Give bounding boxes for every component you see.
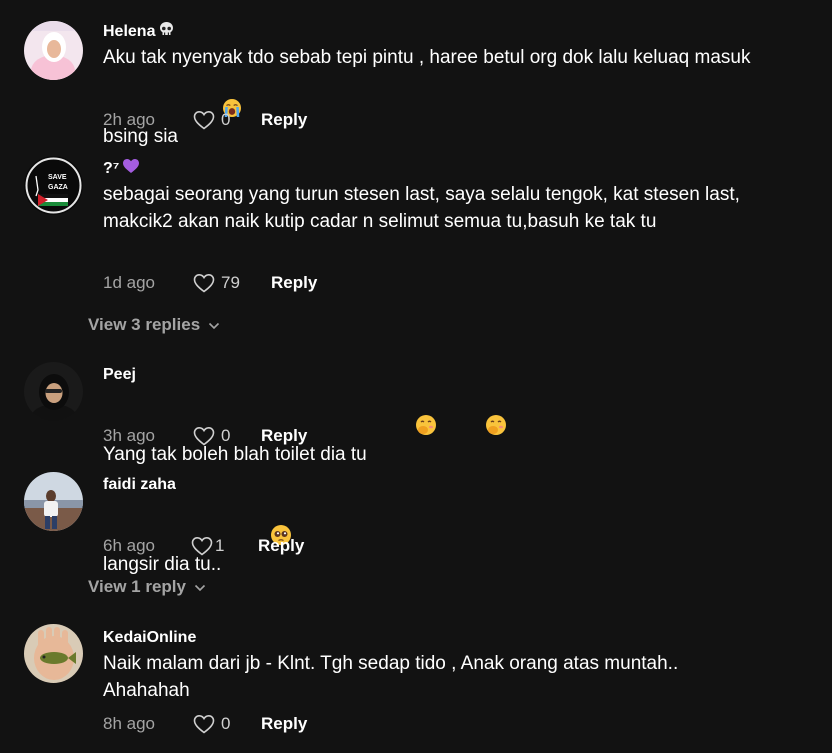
like-count: 0	[221, 714, 231, 733]
comment-time: 3h ago	[103, 426, 155, 445]
username[interactable]: faidi zaha	[103, 475, 762, 495]
like-count: 1	[215, 536, 225, 555]
face-with-hand-over-mouth-emoji-icon	[373, 387, 437, 471]
heart-icon	[193, 714, 215, 734]
avatar[interactable]: SAVE GAZA	[24, 156, 83, 215]
username[interactable]: Peej	[103, 365, 762, 385]
skull-emoji-icon	[158, 21, 175, 44]
avatar[interactable]	[24, 472, 83, 531]
avatar-text: GAZA	[48, 184, 68, 191]
like-count: 79	[221, 273, 240, 292]
like-button[interactable]: 79	[193, 273, 263, 293]
username[interactable]: KedaiOnline	[103, 628, 762, 648]
heart-icon	[193, 426, 215, 446]
view-replies-button[interactable]: View 1 reply	[88, 577, 206, 597]
avatar[interactable]	[24, 624, 83, 683]
chevron-down-icon	[194, 577, 206, 597]
heart-icon	[193, 273, 215, 293]
heart-icon	[193, 110, 215, 130]
view-replies-button[interactable]: View 3 replies	[88, 315, 220, 335]
palestine-flag-icon	[38, 194, 68, 206]
like-button[interactable]: 1	[191, 536, 261, 556]
reply-button[interactable]: Reply	[258, 536, 304, 556]
comment-text: Naik malam dari jb - Klnt. Tgh sedap tid…	[103, 653, 683, 701]
comment-time: 8h ago	[103, 714, 155, 733]
avatar[interactable]	[24, 21, 83, 80]
comment-text: sebagai seorang yang turun stesen last, …	[103, 184, 746, 232]
chevron-down-icon	[208, 315, 220, 335]
reply-button[interactable]: Reply	[261, 426, 307, 446]
like-count: 0	[221, 110, 231, 129]
avatar[interactable]	[24, 362, 83, 421]
face-with-hand-over-mouth-emoji-icon	[443, 387, 507, 471]
like-button[interactable]: 0	[193, 426, 263, 446]
reply-button[interactable]: Reply	[261, 714, 307, 734]
like-button[interactable]: 0	[193, 110, 263, 130]
comment-text: Aku tak nyenyak tdo sebab tepi pintu , h…	[103, 44, 762, 153]
username[interactable]: Helena	[103, 21, 762, 44]
comment-time: 1d ago	[103, 273, 155, 292]
avatar-text: SAVE	[48, 174, 67, 181]
comment-time: 6h ago	[103, 536, 155, 555]
comment-time: 2h ago	[103, 110, 155, 129]
purple-heart-emoji-icon	[122, 158, 140, 180]
like-button[interactable]: 0	[193, 714, 263, 734]
reply-button[interactable]: Reply	[261, 110, 307, 130]
like-count: 0	[221, 426, 231, 445]
reply-button[interactable]: Reply	[271, 273, 317, 293]
username[interactable]: ?⁷	[103, 159, 762, 179]
heart-icon	[191, 536, 213, 556]
